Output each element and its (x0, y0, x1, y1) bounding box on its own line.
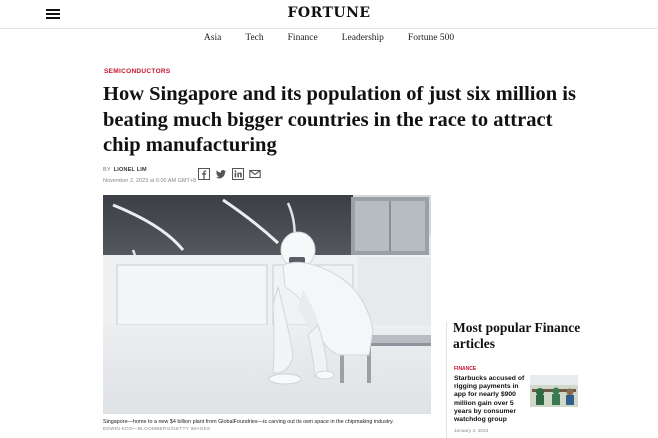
byline: BY LIONEL LIM (103, 167, 147, 173)
share-bar (198, 168, 261, 180)
byline-prefix: BY (103, 167, 111, 173)
email-icon[interactable] (249, 168, 261, 180)
nav-link-tech[interactable]: Tech (233, 33, 275, 43)
site-header: FORTUNE (0, 0, 658, 30)
article-category[interactable]: SEMICONDUCTORS (104, 68, 171, 75)
sidebar-article-thumbnail[interactable] (530, 375, 578, 407)
header-divider (0, 28, 658, 29)
article-hero-image (103, 195, 431, 414)
thumbnail-photo (530, 375, 578, 407)
twitter-icon[interactable] (215, 168, 227, 180)
publish-date: November 2, 2023 at 6:00 AM GMT+8 (103, 178, 197, 184)
nav-link-finance[interactable]: Finance (276, 33, 330, 43)
facebook-icon[interactable] (198, 168, 210, 180)
image-caption: Singapore—home to a new $4 billion plant… (103, 419, 394, 425)
sidebar-article-link[interactable]: Starbucks accused of rigging payments in… (454, 375, 528, 424)
site-logo[interactable]: FORTUNE (0, 5, 658, 21)
sidebar-divider (446, 322, 447, 438)
section-nav: Asia Tech Finance Leadership Fortune 500 (0, 33, 658, 43)
nav-link-leadership[interactable]: Leadership (330, 33, 396, 43)
sidebar-title: Most popular Finance articles (453, 320, 581, 351)
image-credit: EDWIN KOO—BLOOMBERG/GETTY IMAGES (103, 427, 211, 432)
nav-link-asia[interactable]: Asia (192, 33, 233, 43)
sidebar-item-date: January 4, 2024 (454, 429, 489, 434)
author-name[interactable]: LIONEL LIM (114, 167, 147, 173)
cleanroom-photo (103, 195, 431, 414)
linkedin-icon[interactable] (232, 168, 244, 180)
nav-link-fortune-500[interactable]: Fortune 500 (396, 33, 466, 43)
article-headline: How Singapore and its population of just… (103, 83, 576, 156)
sidebar-item-category[interactable]: FINANCE (454, 366, 476, 372)
